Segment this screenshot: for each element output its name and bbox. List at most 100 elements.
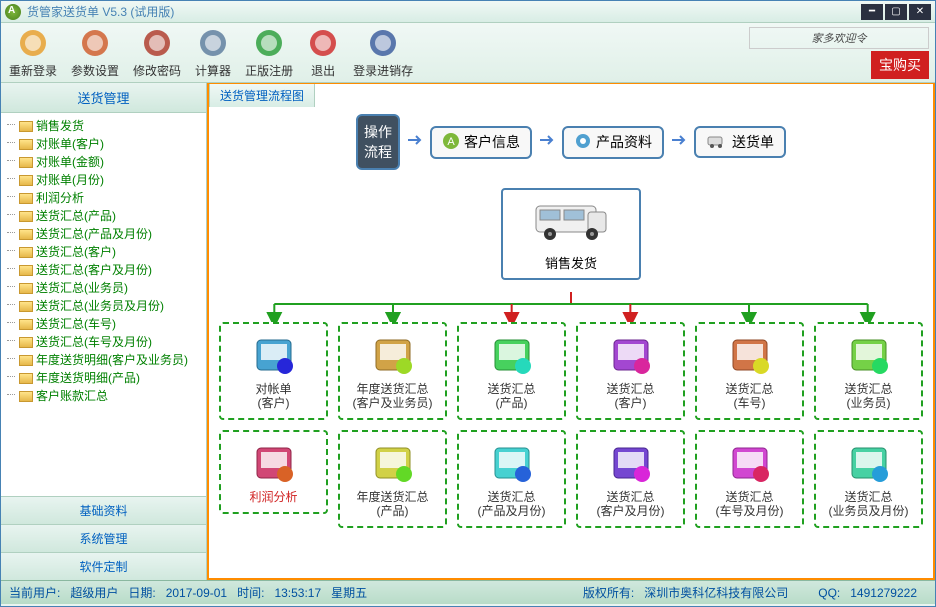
process-step-0[interactable]: A客户信息	[430, 126, 532, 159]
side-section-2[interactable]: 软件定制	[1, 552, 206, 580]
tree-item-0[interactable]: 销售发货	[1, 117, 206, 135]
tree-item-label: 送货汇总(业务员及月份)	[36, 298, 164, 314]
tool-settings[interactable]: 参数设置	[71, 27, 119, 79]
van-icon	[526, 196, 616, 244]
status-user: 超级用户	[70, 584, 118, 601]
sidebar-header[interactable]: 送货管理	[1, 83, 206, 113]
grid-cell-0-5[interactable]: 送货汇总(业务员)	[814, 322, 923, 420]
settings-icon	[79, 27, 111, 59]
tool-exit[interactable]: 退出	[307, 27, 339, 79]
tree-item-10[interactable]: 送货汇总(业务员及月份)	[1, 297, 206, 315]
cell-label: 利润分析	[225, 490, 322, 504]
relogin-icon	[17, 27, 49, 59]
grid-cell-1-5[interactable]: 送货汇总(业务员及月份)	[814, 430, 923, 528]
cell-label: 对帐单(客户)	[225, 382, 322, 410]
grid-cell-0-1[interactable]: 年度送货汇总(客户及业务员)	[338, 322, 447, 420]
password-icon	[141, 27, 173, 59]
maximize-button[interactable]: ▢	[885, 4, 907, 20]
exit-label: 退出	[311, 62, 335, 79]
tree-item-label: 对账单(金额)	[36, 154, 104, 170]
grid-cell-0-2[interactable]: 送货汇总(产品)	[457, 322, 566, 420]
tree-item-11[interactable]: 送货汇总(车号)	[1, 315, 206, 333]
grid-cell-1-3[interactable]: 送货汇总(客户及月份)	[576, 430, 685, 528]
grid-cell-0-3[interactable]: 送货汇总(客户)	[576, 322, 685, 420]
statusbar: 当前用户: 超级用户 日期: 2017-09-01 时间: 13:53:17 星…	[1, 580, 935, 604]
tool-calc[interactable]: 计算器	[195, 27, 231, 79]
content-area: 送货管理流程图 操作 流程 A客户信息 产品资料 送货单 销售发货	[207, 83, 935, 580]
arrow-icon	[670, 133, 688, 152]
tree-item-label: 销售发货	[36, 118, 84, 134]
folder-icon	[19, 211, 33, 222]
folder-icon	[19, 283, 33, 294]
folder-icon	[19, 157, 33, 168]
process-step-1[interactable]: 产品资料	[562, 126, 664, 159]
cell-label: 送货汇总(业务员及月份)	[820, 490, 917, 518]
grid-cell-1-2[interactable]: 送货汇总(产品及月份)	[457, 430, 566, 528]
step-icon: A	[442, 132, 460, 153]
report-icon	[368, 332, 418, 378]
tree-item-2[interactable]: 对账单(金额)	[1, 153, 206, 171]
status-time: 13:53:17	[274, 586, 321, 600]
status-date: 2017-09-01	[166, 586, 227, 600]
folder-icon	[19, 373, 33, 384]
tree-item-1[interactable]: 对账单(客户)	[1, 135, 206, 153]
cell-label: 年度送货汇总(客户及业务员)	[344, 382, 441, 410]
process-start: 操作 流程	[356, 114, 400, 170]
tool-relogin[interactable]: 重新登录	[9, 27, 57, 79]
tree-item-7[interactable]: 送货汇总(客户)	[1, 243, 206, 261]
tool-register[interactable]: 正版注册	[245, 27, 293, 79]
grid-cell-0-4[interactable]: 送货汇总(车号)	[695, 322, 804, 420]
content-tab[interactable]: 送货管理流程图	[209, 83, 315, 107]
status-user-label: 当前用户:	[9, 584, 60, 601]
grid-cell-1-0[interactable]: 利润分析	[219, 430, 328, 514]
tree-item-6[interactable]: 送货汇总(产品及月份)	[1, 225, 206, 243]
tree-item-5[interactable]: 送货汇总(产品)	[1, 207, 206, 225]
side-section-0[interactable]: 基础资料	[1, 496, 206, 524]
tree-item-4[interactable]: 利润分析	[1, 189, 206, 207]
tool-password[interactable]: 修改密码	[133, 27, 181, 79]
tree-item-9[interactable]: 送货汇总(业务员)	[1, 279, 206, 297]
cell-label: 送货汇总(车号及月份)	[701, 490, 798, 518]
tree-item-label: 利润分析	[36, 190, 84, 206]
folder-icon	[19, 337, 33, 348]
tree-item-14[interactable]: 年度送货明细(产品)	[1, 369, 206, 387]
grid-cell-1-4[interactable]: 送货汇总(车号及月份)	[695, 430, 804, 528]
sales-label: 销售发货	[509, 253, 633, 272]
tool-login-inv[interactable]: 登录进销存	[353, 27, 413, 79]
folder-icon	[19, 229, 33, 240]
buy-button[interactable]: 宝购买	[871, 51, 929, 79]
side-section-1[interactable]: 系统管理	[1, 524, 206, 552]
tree-item-label: 送货汇总(产品)	[36, 208, 116, 224]
window-controls: ━ ▢ ✕	[861, 4, 931, 20]
grid-cell-1-1[interactable]: 年度送货汇总(产品)	[338, 430, 447, 528]
tree-item-12[interactable]: 送货汇总(车号及月份)	[1, 333, 206, 351]
promo-area: 家多欢迎令 宝购买	[749, 27, 929, 67]
minimize-button[interactable]: ━	[861, 4, 883, 20]
folder-icon	[19, 175, 33, 186]
process-step-2[interactable]: 送货单	[694, 126, 786, 158]
sales-box[interactable]: 销售发货	[501, 188, 641, 280]
tree-item-13[interactable]: 年度送货明细(客户及业务员)	[1, 351, 206, 369]
nav-tree: 销售发货对账单(客户) 对账单(金额) 对账单(月份) 利润分析送货汇总(产品) 送货汇…	[1, 113, 206, 496]
step-label: 送货单	[732, 132, 774, 152]
app-icon	[5, 4, 21, 20]
tree-item-label: 送货汇总(客户)	[36, 244, 116, 260]
tree-item-15[interactable]: 客户账款汇总	[1, 387, 206, 405]
tree-item-label: 对账单(客户)	[36, 136, 104, 152]
close-button[interactable]: ✕	[909, 4, 931, 20]
report-icon	[725, 440, 775, 486]
login-inv-icon	[367, 27, 399, 59]
step-label: 产品资料	[596, 132, 652, 152]
tree-item-label: 年度送货明细(客户及业务员)	[36, 352, 188, 368]
calc-label: 计算器	[195, 62, 231, 79]
tree-item-3[interactable]: 对账单(月份)	[1, 171, 206, 189]
tree-item-label: 送货汇总(车号及月份)	[36, 334, 152, 350]
register-icon	[253, 27, 285, 59]
tree-item-label: 送货汇总(产品及月份)	[36, 226, 152, 242]
sidebar: 送货管理 销售发货对账单(客户) 对账单(金额) 对账单(月份) 利润分析送货汇总(产…	[1, 83, 207, 580]
grid-cell-0-0[interactable]: 对帐单(客户)	[219, 322, 328, 420]
exit-icon	[307, 27, 339, 59]
tree-item-8[interactable]: 送货汇总(客户及月份)	[1, 261, 206, 279]
tree-item-label: 对账单(月份)	[36, 172, 104, 188]
status-copyright: 深圳市奥科亿科技有限公司	[644, 584, 788, 601]
